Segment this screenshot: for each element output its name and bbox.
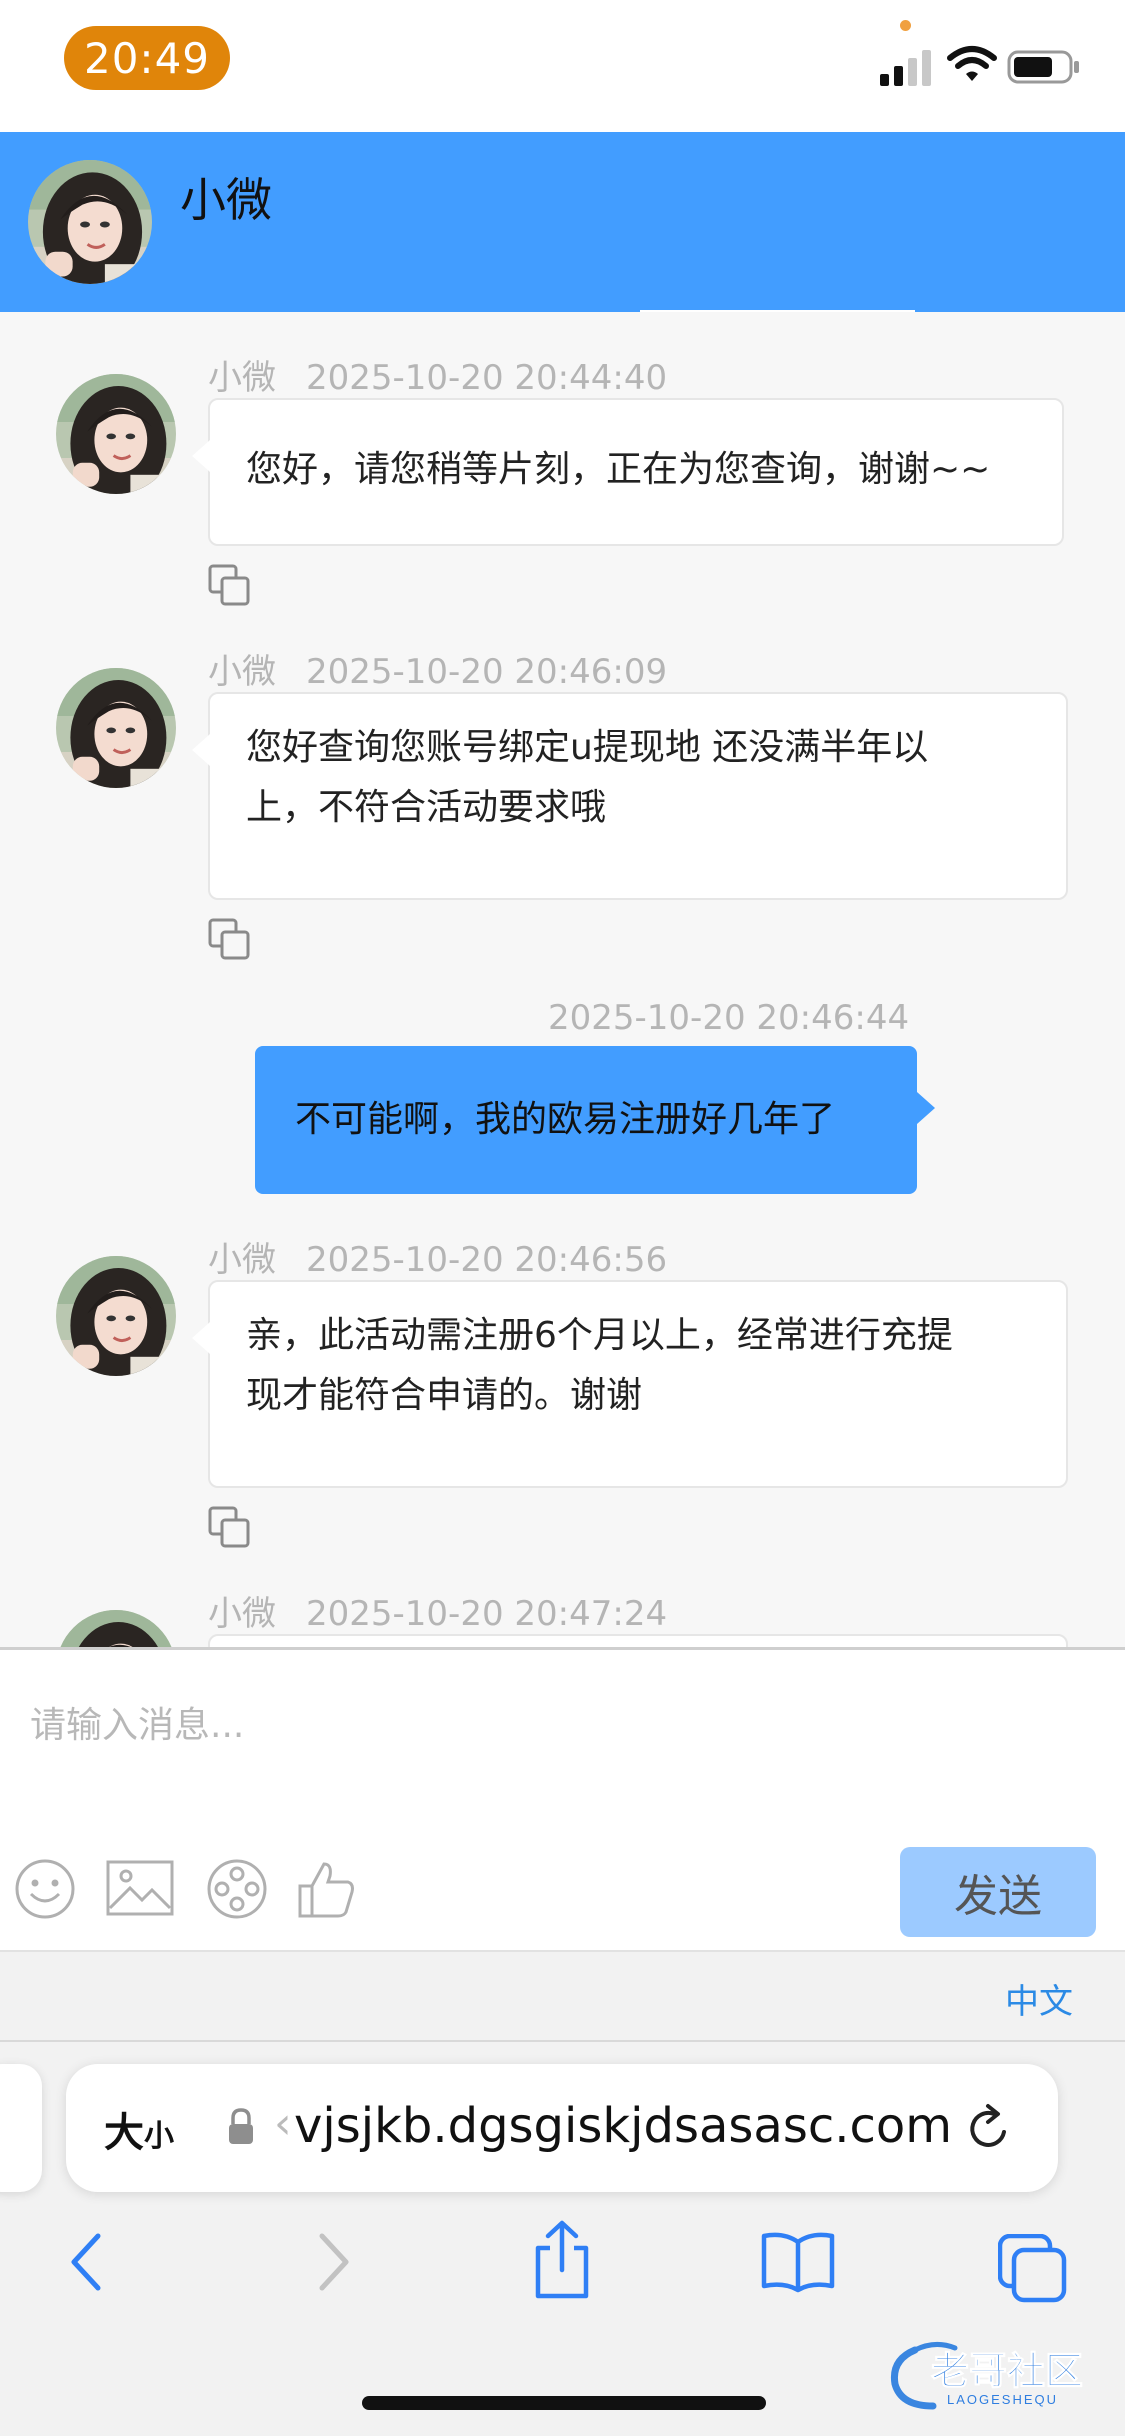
agent-avatar[interactable] xyxy=(56,1256,176,1376)
page-settings-button[interactable]: 大小 xyxy=(104,2100,174,2158)
outgoing-message-bubble: 不可能啊，我的欧易注册好几年了 xyxy=(255,1046,935,1194)
contact-name: 小微 xyxy=(180,173,272,227)
incoming-message-bubble: 亲，此活动需注册6个月以上，经常进行充提 现才能符合申请的。谢谢 xyxy=(192,1280,1068,1488)
emoji-icon[interactable] xyxy=(14,1858,76,1920)
message-timestamp: 2025-10-20 20:46:56 xyxy=(306,1240,668,1280)
message-timestamp: 2025-10-20 20:44:40 xyxy=(306,358,668,398)
send-button[interactable]: 发送 xyxy=(900,1847,1096,1937)
agent-avatar[interactable] xyxy=(56,1610,176,1647)
video-icon[interactable] xyxy=(206,1858,268,1920)
url-text[interactable]: vjsjkb.dgsgiskjdsasasc.com xyxy=(294,2098,952,2154)
forward-icon[interactable] xyxy=(310,2230,354,2294)
sender-name: 小微 xyxy=(208,1240,276,1280)
battery-icon xyxy=(1007,50,1079,84)
agent-avatar[interactable] xyxy=(56,374,176,494)
message-timestamp: 2025-10-20 20:47:24 xyxy=(306,1594,668,1634)
message-text-line: 上，不符合活动要求哦 xyxy=(246,787,607,828)
thumbs-up-icon[interactable] xyxy=(296,1858,358,1920)
watermark-subtitle: LAOGESHEQU xyxy=(947,2392,1058,2407)
lock-icon xyxy=(229,2108,253,2144)
url-overflow-fade: ‹ xyxy=(274,2098,292,2149)
incoming-message-bubble: 您好，请您稍等片刻，正在为您查询，谢谢~~ xyxy=(192,398,1064,546)
address-bar[interactable]: 大小 ‹ vjsjkb.dgsgiskjdsasasc.com xyxy=(66,2064,1058,2192)
message-timestamp: 2025-10-20 20:46:44 xyxy=(548,998,910,1038)
message-meta: 小微 2025-10-20 20:44:40 xyxy=(208,350,667,399)
message-text: 不可能啊，我的欧易注册好几年了 xyxy=(295,1099,836,1140)
cellular-signal-icon xyxy=(880,50,931,86)
privacy-indicator xyxy=(900,20,911,31)
bookmarks-icon[interactable] xyxy=(760,2230,836,2294)
size-label-large: 大 xyxy=(104,2110,144,2156)
chat-header: 小微 xyxy=(0,132,1125,314)
tabs-icon[interactable] xyxy=(998,2234,1068,2304)
previous-tab-peek[interactable] xyxy=(0,2064,42,2192)
sender-name: 小微 xyxy=(208,358,276,398)
message-text-line: 现才能符合申请的。谢谢 xyxy=(246,1375,643,1416)
back-icon[interactable] xyxy=(66,2230,110,2294)
message-list[interactable]: 小微 2025-10-20 20:44:40 您好，请您稍等片刻，正在为您查询，谢… xyxy=(0,312,1125,1647)
copy-icon[interactable] xyxy=(208,1506,252,1550)
header-avatar[interactable] xyxy=(28,160,152,284)
sender-name: 小微 xyxy=(208,652,276,692)
home-indicator[interactable] xyxy=(362,2396,766,2410)
message-meta: 小微 2025-10-20 20:47:24 xyxy=(208,1586,667,1635)
message-timestamp: 2025-10-20 20:46:09 xyxy=(306,652,668,692)
incoming-message-bubble xyxy=(208,1634,1068,1647)
message-text-line: 您好查询您账号绑定u提现地 还没满半年以 xyxy=(246,727,929,768)
incoming-message-bubble: 您好查询您账号绑定u提现地 还没满半年以 上，不符合活动要求哦 xyxy=(192,692,1068,900)
sender-name: 小微 xyxy=(208,1594,276,1634)
language-toggle[interactable]: 中文 xyxy=(1005,1974,1073,2023)
reload-icon[interactable] xyxy=(964,2102,1014,2154)
watermark-title: 老哥社区 xyxy=(931,2351,1083,2393)
watermark-logo: 老哥社区 LAOGESHEQU xyxy=(890,2342,1084,2410)
image-icon[interactable] xyxy=(106,1858,174,1918)
message-text-line: 亲，此活动需注册6个月以上，经常进行充提 xyxy=(246,1315,953,1356)
composer: 发送 xyxy=(0,1647,1125,1950)
message-meta: 小微 2025-10-20 20:46:09 xyxy=(208,644,667,693)
agent-avatar[interactable] xyxy=(56,668,176,788)
copy-icon[interactable] xyxy=(208,564,252,608)
message-input[interactable] xyxy=(0,1670,1125,1780)
copy-icon[interactable] xyxy=(208,918,252,962)
message-meta: 小微 2025-10-20 20:46:56 xyxy=(208,1232,667,1281)
status-time: 20:49 xyxy=(64,26,230,90)
message-text: 您好，请您稍等片刻，正在为您查询，谢谢~~ xyxy=(246,449,991,490)
wifi-icon xyxy=(947,46,997,81)
size-label-small: 小 xyxy=(144,2119,174,2154)
share-icon[interactable] xyxy=(530,2220,594,2300)
status-bar: 20:49 xyxy=(0,0,1125,132)
language-bar: 中文 xyxy=(0,1950,1125,2040)
